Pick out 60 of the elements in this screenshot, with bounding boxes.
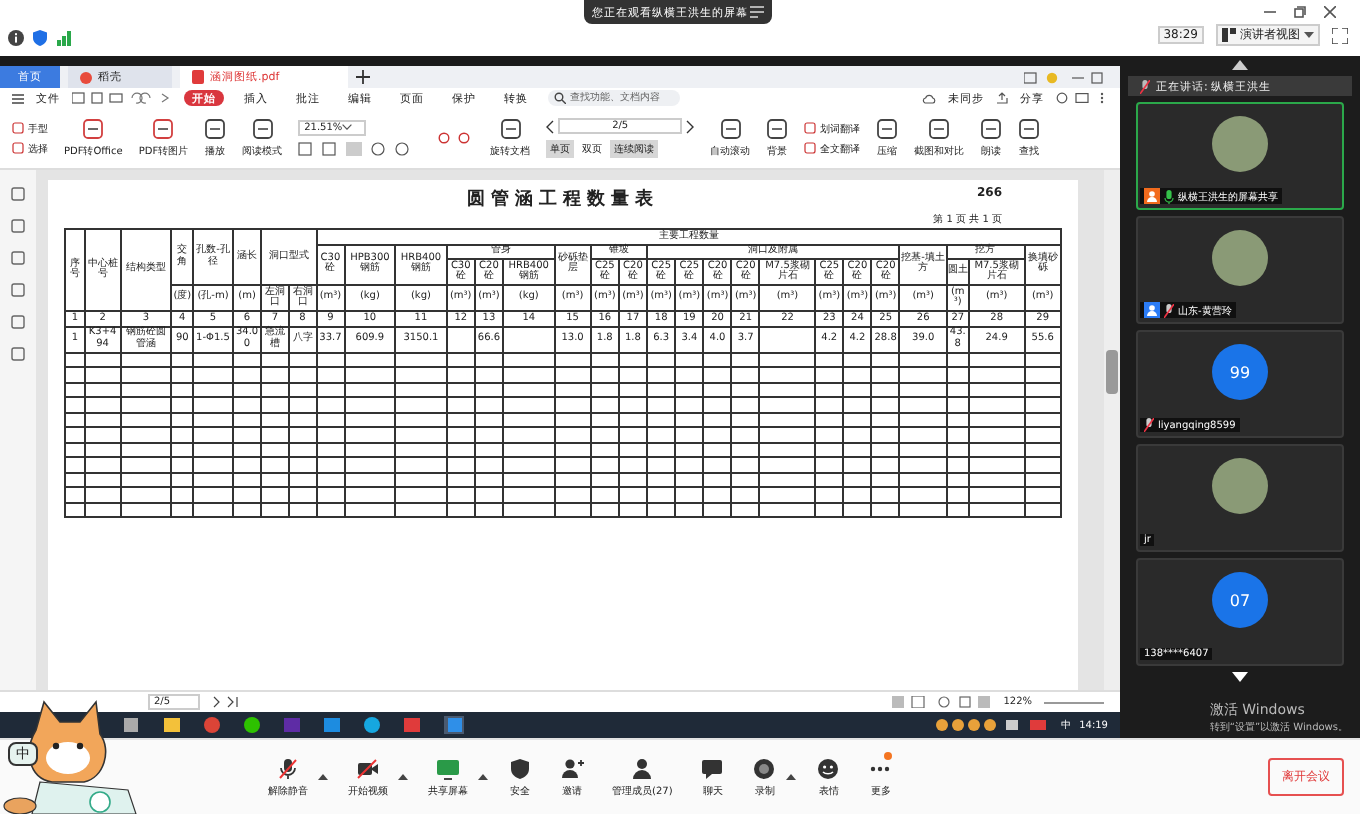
person-icon [630, 757, 655, 779]
previous-page-icon[interactable] [546, 119, 555, 133]
quick-access-icons[interactable] [72, 92, 172, 104]
caret-icon [398, 774, 408, 780]
share-icon [996, 92, 1008, 104]
fullscreen-icon[interactable] [1332, 27, 1348, 43]
scroll-down-icon[interactable] [1232, 672, 1248, 682]
shield-icon [508, 757, 532, 779]
add-tab-icon[interactable] [356, 70, 370, 84]
zoom-in-out-icons[interactable] [438, 131, 475, 145]
shield-icon[interactable] [32, 30, 48, 46]
pdf-file-icon [192, 70, 204, 84]
caret-icon [318, 774, 328, 780]
tool-icon [980, 118, 1003, 140]
scrollbar-thumb[interactable] [1106, 350, 1118, 394]
chevron-down-icon [342, 124, 353, 130]
muted-mic-icon [1140, 79, 1150, 93]
restore-icon[interactable] [1294, 6, 1306, 18]
view-mode-icons[interactable] [891, 696, 992, 708]
caret-icon [1304, 32, 1314, 38]
avatar-photo-placeholder [1212, 230, 1268, 286]
tool-icon [766, 118, 789, 140]
record-icon [752, 757, 777, 779]
menu-icon[interactable] [12, 93, 24, 103]
avatar-photo-placeholder [1212, 458, 1268, 514]
smiley-icon [816, 757, 841, 779]
tool-icon [928, 118, 951, 140]
scroll-up-icon[interactable] [1232, 60, 1248, 70]
tool-icon [499, 118, 522, 140]
tool-icon [1018, 118, 1041, 140]
minimize-icon[interactable] [1264, 6, 1276, 18]
tool-icon [152, 118, 175, 140]
avatar-initials: 07 [1212, 572, 1268, 628]
tool-icon [251, 118, 274, 140]
avatar-photo-placeholder [1212, 116, 1268, 172]
notification-dot-icon [884, 751, 893, 759]
tool-icon [204, 118, 227, 140]
add-person-icon [560, 757, 584, 779]
chat-icon [700, 757, 725, 779]
page-nav-icons[interactable] [212, 696, 240, 708]
window-controls-icon[interactable] [1024, 71, 1104, 83]
avatar-initials: 99 [1212, 344, 1268, 400]
layout-icon [1222, 28, 1236, 42]
info-icon[interactable] [8, 30, 24, 46]
caret-icon [478, 774, 488, 780]
app-logo-icon [80, 71, 92, 83]
video-off-icon [356, 757, 380, 779]
search-icon [554, 92, 566, 104]
tool-icon [876, 118, 899, 140]
signal-icon[interactable] [56, 30, 72, 46]
muted-mic-icon [276, 757, 300, 779]
toolbar-extra-icons[interactable] [1056, 92, 1108, 104]
next-page-icon[interactable] [686, 119, 695, 133]
tool-icon [719, 118, 742, 140]
table-title: 圆管涵工程数量表 [467, 186, 659, 212]
tool-icon [82, 118, 105, 140]
cloud-icon [922, 93, 936, 103]
caret-icon [786, 774, 797, 780]
screen-share-icon [436, 757, 460, 779]
close-icon[interactable] [1324, 6, 1336, 18]
